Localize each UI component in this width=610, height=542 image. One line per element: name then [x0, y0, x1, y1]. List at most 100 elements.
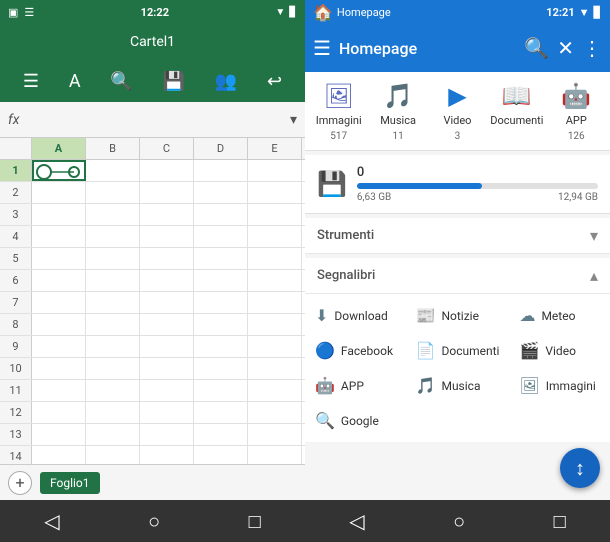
cell[interactable] [32, 182, 86, 203]
cell[interactable] [140, 380, 194, 401]
cell[interactable] [194, 226, 248, 247]
cell[interactable] [86, 446, 140, 464]
cell[interactable] [194, 380, 248, 401]
cell[interactable] [140, 446, 194, 464]
bookmark-facebook[interactable]: 🔵 Facebook [305, 333, 406, 368]
cell[interactable] [194, 336, 248, 357]
fm-category-images[interactable]: 🖼 Immagini 517 [312, 82, 366, 142]
search-icon[interactable]: 🔍 [110, 71, 132, 92]
cell[interactable] [248, 204, 302, 225]
fab-button[interactable]: ↕ [560, 448, 600, 488]
cell-C1[interactable] [140, 160, 194, 181]
cell[interactable] [86, 336, 140, 357]
cell[interactable] [32, 248, 86, 269]
formula-input[interactable] [27, 112, 282, 127]
bookmark-google[interactable]: 🔍 Google [305, 403, 406, 438]
cell[interactable] [248, 182, 302, 203]
fm-strumenti-header[interactable]: Strumenti ▾ [305, 218, 610, 254]
fm-category-video[interactable]: ▶ Video 3 [430, 82, 484, 142]
cell[interactable] [32, 226, 86, 247]
recents-icon-left[interactable]: □ [249, 509, 261, 534]
cell[interactable] [86, 270, 140, 291]
fm-close-icon[interactable]: ✕ [557, 36, 574, 60]
col-header-E[interactable]: E [248, 138, 302, 159]
fm-category-music[interactable]: 🎵 Musica 11 [371, 82, 425, 142]
cell[interactable] [248, 446, 302, 464]
cell-E1[interactable] [248, 160, 302, 181]
cell[interactable] [32, 270, 86, 291]
cell[interactable] [248, 248, 302, 269]
cell[interactable] [194, 248, 248, 269]
fm-hamburger-icon[interactable]: ☰ [313, 36, 331, 60]
bookmark-meteo[interactable]: ☁ Meteo [509, 298, 610, 333]
cell[interactable] [140, 270, 194, 291]
cell[interactable] [248, 270, 302, 291]
add-sheet-button[interactable]: + [8, 471, 32, 495]
cell[interactable] [140, 424, 194, 445]
cell[interactable] [32, 314, 86, 335]
bookmark-documenti[interactable]: 📄 Documenti [406, 333, 510, 368]
bookmark-app[interactable]: 🤖 APP [305, 368, 406, 403]
cell[interactable] [140, 226, 194, 247]
home-icon-right[interactable]: ○ [453, 509, 465, 534]
fm-category-app[interactable]: 🤖 APP 126 [549, 82, 603, 142]
cell[interactable] [86, 402, 140, 423]
cell[interactable] [194, 270, 248, 291]
text-format-icon[interactable]: A [69, 71, 81, 92]
bookmark-notizie[interactable]: 📰 Notizie [406, 298, 510, 333]
cell[interactable] [140, 292, 194, 313]
cell[interactable] [86, 204, 140, 225]
excel-toolbar[interactable]: ☰ A 🔍 💾 👥 ↩ [0, 60, 305, 102]
cell[interactable] [86, 182, 140, 203]
cell[interactable] [86, 380, 140, 401]
cell-D1[interactable] [194, 160, 248, 181]
cell[interactable] [32, 336, 86, 357]
back-icon-right[interactable]: ◁ [349, 509, 364, 533]
cell[interactable] [194, 182, 248, 203]
cell[interactable] [248, 314, 302, 335]
cell[interactable] [32, 446, 86, 464]
cell[interactable] [86, 314, 140, 335]
recents-icon-right[interactable]: □ [554, 509, 566, 534]
cell[interactable] [140, 402, 194, 423]
cell[interactable] [86, 424, 140, 445]
cell[interactable] [194, 358, 248, 379]
cell[interactable] [248, 380, 302, 401]
cell[interactable] [140, 204, 194, 225]
hamburger-icon[interactable]: ☰ [23, 71, 39, 92]
cell-B1[interactable] [86, 160, 140, 181]
cell[interactable] [86, 248, 140, 269]
bookmark-download[interactable]: ⬇ Download [305, 298, 406, 333]
fm-segnalibri-header[interactable]: Segnalibri ▴ [305, 258, 610, 294]
cell[interactable] [194, 204, 248, 225]
cell[interactable] [194, 292, 248, 313]
fm-more-icon[interactable]: ⋮ [582, 36, 602, 60]
cell[interactable] [32, 424, 86, 445]
col-header-D[interactable]: D [194, 138, 248, 159]
cell[interactable] [248, 226, 302, 247]
fm-search-icon[interactable]: 🔍 [524, 36, 549, 60]
cell[interactable] [140, 358, 194, 379]
cell[interactable] [32, 204, 86, 225]
cell[interactable] [140, 336, 194, 357]
bookmark-musica[interactable]: 🎵 Musica [406, 368, 510, 403]
fm-category-docs[interactable]: 📖 Documenti [490, 82, 544, 142]
cell[interactable] [140, 314, 194, 335]
cell[interactable] [194, 446, 248, 464]
cell[interactable] [140, 248, 194, 269]
cell[interactable] [194, 424, 248, 445]
cell[interactable] [140, 182, 194, 203]
save-icon[interactable]: 💾 [163, 71, 185, 92]
cell-A1[interactable] [32, 160, 86, 181]
cell[interactable] [248, 402, 302, 423]
cell[interactable] [32, 292, 86, 313]
cell[interactable] [248, 336, 302, 357]
cell[interactable] [248, 424, 302, 445]
bookmark-video[interactable]: 🎬 Video [509, 333, 610, 368]
col-header-A[interactable]: A [32, 138, 86, 159]
sheet-tab-foglio1[interactable]: Foglio1 [40, 472, 100, 494]
back-icon-left[interactable]: ◁ [44, 509, 59, 533]
cell[interactable] [32, 358, 86, 379]
home-icon-left[interactable]: ○ [148, 509, 160, 534]
cell[interactable] [32, 380, 86, 401]
